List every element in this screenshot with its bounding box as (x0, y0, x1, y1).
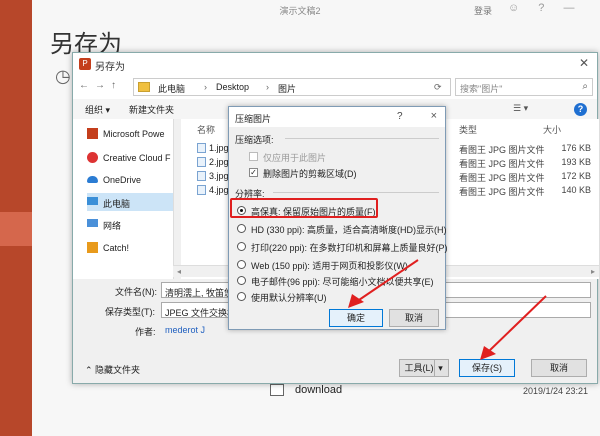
annotation-arrows (348, 259, 547, 360)
annotation-arrow-ok (348, 259, 419, 308)
annotation-arrow-save (480, 295, 547, 360)
